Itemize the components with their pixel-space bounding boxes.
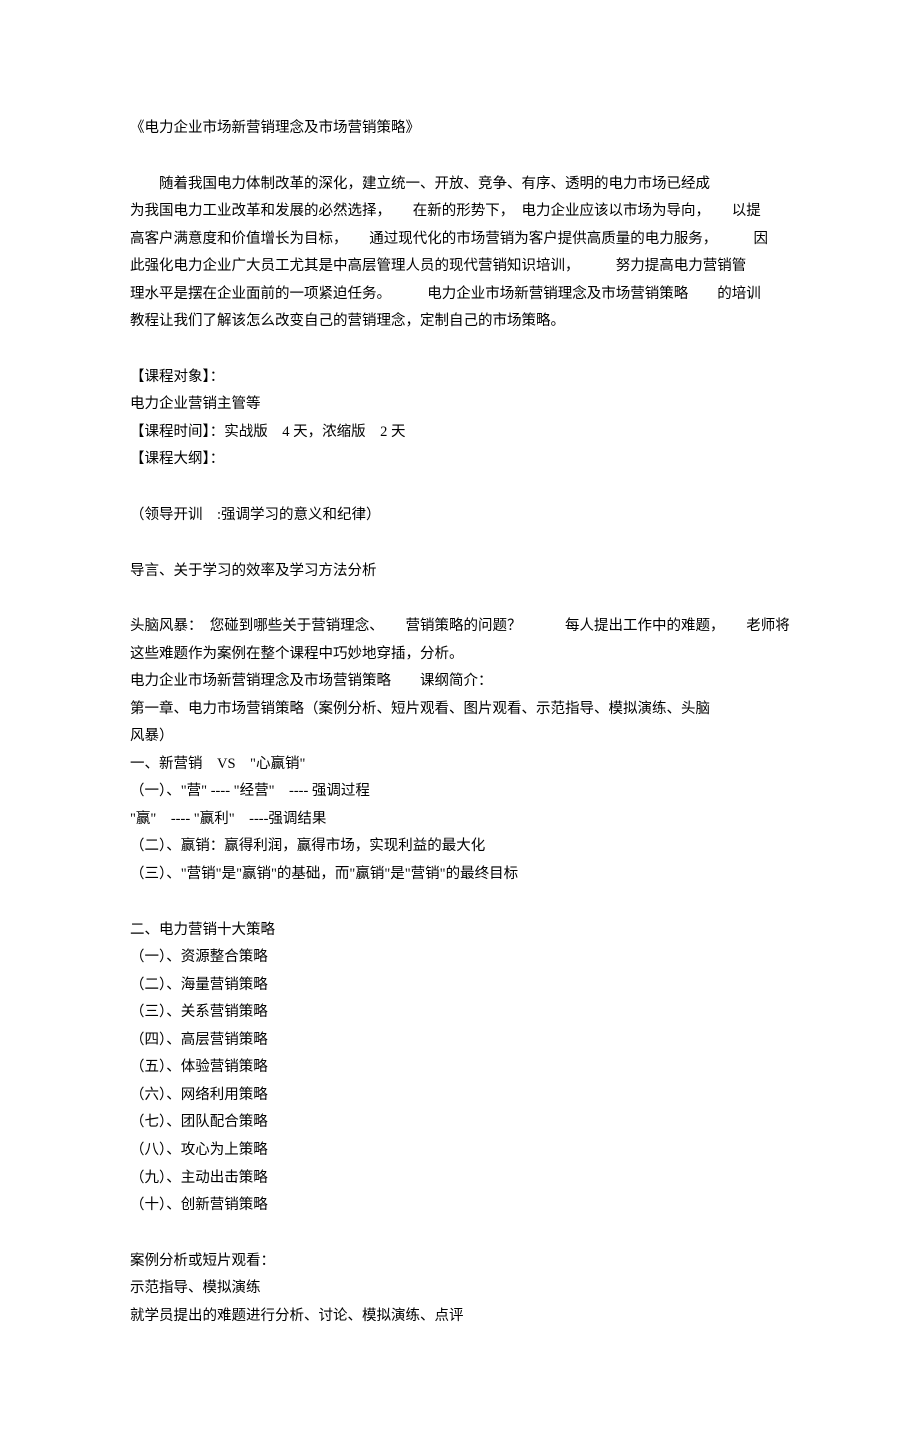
brainstorm-line-2: 这些难题作为案例在整个课程中巧妙地穿插，分析。 <box>130 641 790 669</box>
chapter-1-title-1: 第一章、电力市场营销策略（案例分析、短片观看、图片观看、示范指导、模拟演练、头脑 <box>130 701 710 717</box>
intro-paragraph: 随着我国电力体制改革的深化，建立统一、开放、竞争、有序、透明的电力市场已经成 为… <box>130 171 790 336</box>
chapter-1: 第一章、电力市场营销策略（案例分析、短片观看、图片观看、示范指导、模拟演练、头脑… <box>130 696 790 751</box>
footer-line-3: 就学员提出的难题进行分析、讨论、模拟演练、点评 <box>130 1303 790 1331</box>
intro-line-6: 教程让我们了解该怎么改变自己的营销理念，定制自己的市场策略。 <box>130 313 565 329</box>
preface: 导言、关于学习的效率及学习方法分析 <box>130 558 790 586</box>
list-item: （四）、高层营销策略 <box>130 1027 790 1055</box>
course-time: 【课程时间】：实战版 4 天，浓缩版 2 天 <box>130 419 790 447</box>
list-item: （六）、网络利用策略 <box>130 1082 790 1110</box>
list-item: （十）、创新营销策略 <box>130 1192 790 1220</box>
course-time-value: ：实战版 4 天，浓缩版 2 天 <box>210 424 406 440</box>
section-2: 二、电力营销十大策略 （一）、资源整合策略 （二）、海量营销策略 （三）、关系营… <box>130 917 790 1220</box>
course-target-label: 【课程对象】： <box>130 364 790 392</box>
list-item: （八）、攻心为上策略 <box>130 1137 790 1165</box>
intro-line-3: 高客户满意度和价值增长为目标， 通过现代化的市场营销为客户提供高质量的电力服务，… <box>130 231 768 247</box>
section-1-item-2: （二）、赢销：赢得利润，赢得市场，实现利益的最大化 <box>130 833 790 861</box>
list-item: （七）、团队配合策略 <box>130 1109 790 1137</box>
list-item: （一）、资源整合策略 <box>130 944 790 972</box>
footer-line-1: 案例分析或短片观看： <box>130 1248 790 1276</box>
course-outline-label: 【课程大纲】： <box>130 446 790 474</box>
intro-line-5: 理水平是摆在企业面前的一项紧迫任务。 电力企业市场新营销理念及市场营销策略 的培… <box>130 286 761 302</box>
list-item: （二）、海量营销策略 <box>130 972 790 1000</box>
section-1: 一、新营销 VS "心赢销" （一）、"营" ---- "经营" ---- 强调… <box>130 751 790 889</box>
chapter-1-title-2: 风暴） <box>130 728 174 744</box>
section-1-heading: 一、新营销 VS "心赢销" <box>130 751 790 779</box>
course-time-label: 【课程时间】 <box>130 424 210 440</box>
leader-note: （领导开训 :强调学习的意义和纪律） <box>130 502 790 530</box>
section-1-item-3: （三）、"营销"是"赢销"的基础，而"赢销"是"营销"的最终目标 <box>130 861 790 889</box>
footer-line-2: 示范指导、模拟演练 <box>130 1275 790 1303</box>
outline-intro: 电力企业市场新营销理念及市场营销策略 课纲简介： <box>130 668 790 696</box>
course-info-block: 【课程对象】： 电力企业营销主管等 【课程时间】：实战版 4 天，浓缩版 2 天… <box>130 364 790 474</box>
brainstorm-line-1: 头脑风暴： 您碰到哪些关于营销理念、 营销策略的问题？ 每人提出工作中的难题， … <box>130 613 790 641</box>
section-1-item-1: （一）、"营" ---- "经营" ---- 强调过程 <box>130 778 790 806</box>
intro-line-4: 此强化电力企业广大员工尤其是中高层管理人员的现代营销知识培训， 努力提高电力营销… <box>130 258 746 274</box>
section-2-heading: 二、电力营销十大策略 <box>130 917 790 945</box>
section-1-item-1b: "赢" ---- "赢利" ----强调结果 <box>130 806 790 834</box>
list-item: （三）、关系营销策略 <box>130 999 790 1027</box>
intro-line-2: 为我国电力工业改革和发展的必然选择， 在新的形势下， 电力企业应该以市场为导向，… <box>130 203 761 219</box>
document-title: 《电力企业市场新营销理念及市场营销策略》 <box>130 115 790 143</box>
course-target-value: 电力企业营销主管等 <box>130 391 790 419</box>
brainstorm-block: 头脑风暴： 您碰到哪些关于营销理念、 营销策略的问题？ 每人提出工作中的难题， … <box>130 613 790 668</box>
list-item: （九）、主动出击策略 <box>130 1165 790 1193</box>
footer-block: 案例分析或短片观看： 示范指导、模拟演练 就学员提出的难题进行分析、讨论、模拟演… <box>130 1248 790 1331</box>
list-item: （五）、体验营销策略 <box>130 1054 790 1082</box>
intro-line-1: 随着我国电力体制改革的深化，建立统一、开放、竞争、有序、透明的电力市场已经成 <box>159 176 710 192</box>
